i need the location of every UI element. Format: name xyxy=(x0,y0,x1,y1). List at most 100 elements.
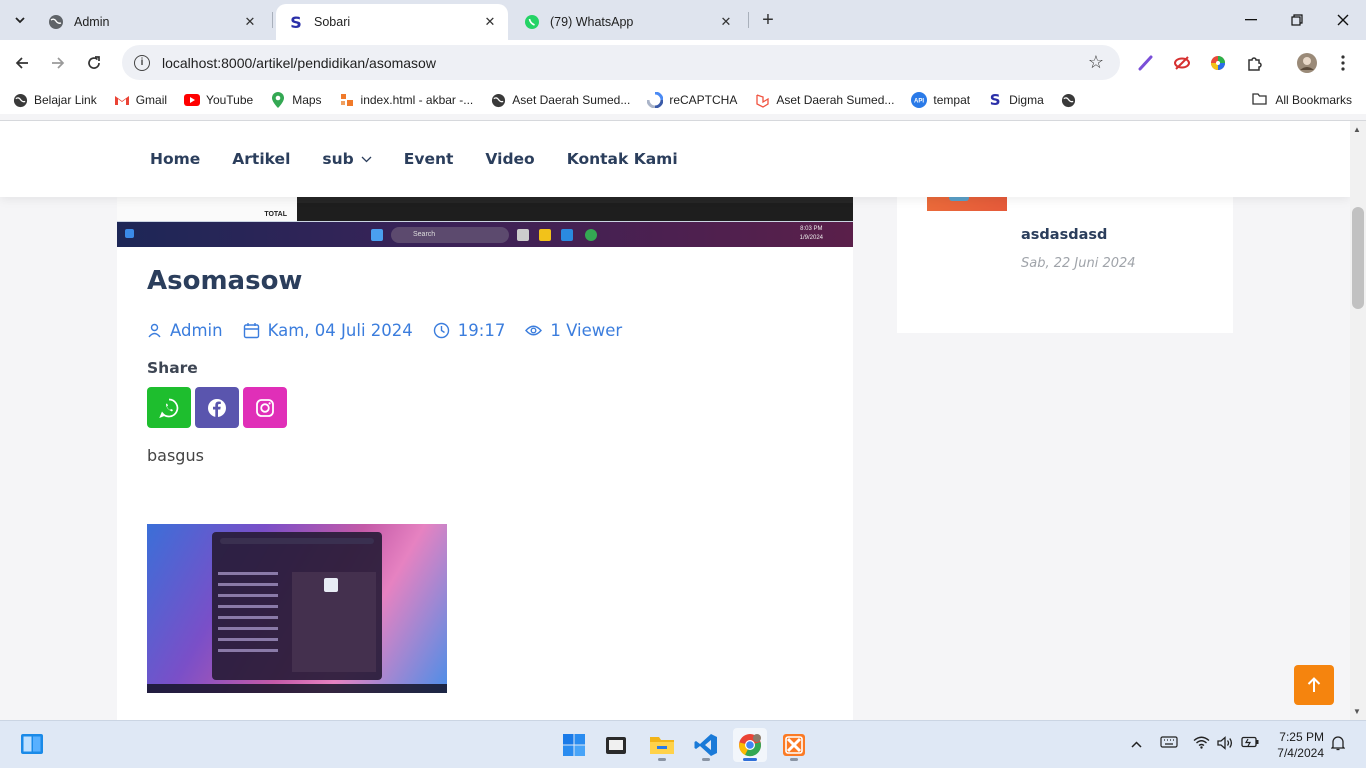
minimize-button[interactable] xyxy=(1239,8,1263,32)
bookmarks-bar: Belajar Link Gmail YouTube Maps index.ht… xyxy=(0,86,1366,114)
taskbar-app-xampp[interactable] xyxy=(777,728,811,762)
sobari-s-icon: S xyxy=(290,12,302,32)
bookmark-belajar-link[interactable]: Belajar Link xyxy=(12,92,97,108)
reload-button[interactable] xyxy=(82,51,106,75)
nav-home[interactable]: Home xyxy=(150,150,200,168)
folder-icon xyxy=(650,737,674,754)
bookmark-recaptcha[interactable]: reCAPTCHA xyxy=(647,92,737,108)
chevron-down-icon xyxy=(361,156,372,162)
restore-button[interactable] xyxy=(1285,8,1309,32)
globe-icon xyxy=(48,14,64,30)
terminal-app-icon xyxy=(606,737,626,754)
laravel-icon xyxy=(754,92,770,108)
chrome-icon xyxy=(739,734,761,757)
meta-date: Kam, 04 Juli 2024 xyxy=(243,321,413,340)
bookmark-maps[interactable]: Maps xyxy=(270,92,322,108)
youtube-icon xyxy=(184,92,201,108)
eye-slash-extension-icon[interactable] xyxy=(1171,52,1193,74)
article-body: basgus xyxy=(147,446,204,465)
tab-whatsapp[interactable]: (79) WhatsApp ✕ xyxy=(512,4,744,40)
scroll-down-arrow-icon[interactable]: ▼ xyxy=(1353,707,1361,716)
page-viewport: Home Artikel sub Event Video Kontak Kami… xyxy=(0,121,1350,720)
bookmark-star-icon[interactable]: ☆ xyxy=(1084,52,1108,73)
sobari-s-icon: S xyxy=(989,91,1001,109)
folder-icon xyxy=(1252,92,1267,108)
arrow-up-icon xyxy=(1307,677,1321,692)
hero-taskbar: Search 8:03 PM 1/9/2024 xyxy=(117,221,853,247)
scrollbar-thumb[interactable] xyxy=(1352,207,1364,309)
browser-tabstrip: Admin ✕ S Sobari ✕ (79) WhatsApp ✕ + xyxy=(0,0,1366,40)
share-whatsapp-button[interactable] xyxy=(147,387,191,428)
taskbar-app-vscode[interactable] xyxy=(689,728,723,762)
api-icon: API xyxy=(911,92,928,108)
gmail-icon xyxy=(114,92,130,108)
close-icon[interactable]: ✕ xyxy=(482,14,498,30)
bookmark-index-html[interactable]: index.html - akbar -... xyxy=(339,92,473,108)
more-menu-icon[interactable] xyxy=(1332,52,1354,74)
taskbar-app-file-explorer[interactable] xyxy=(645,728,679,762)
wifi-icon[interactable] xyxy=(1193,736,1210,752)
bookmark-aset-daerah-2[interactable]: Aset Daerah Sumed... xyxy=(754,92,894,108)
nav-event[interactable]: Event xyxy=(404,150,454,168)
clock-time: 7:25 PM xyxy=(1279,730,1324,744)
back-to-top-button[interactable] xyxy=(1294,665,1334,705)
all-bookmarks-button[interactable]: All Bookmarks xyxy=(1252,92,1352,108)
taskbar-app-terminal[interactable] xyxy=(599,728,633,762)
share-facebook-button[interactable] xyxy=(195,387,239,428)
calendar-icon xyxy=(243,322,260,339)
taskbar-app-chrome[interactable] xyxy=(733,728,767,762)
new-tab-button[interactable]: + xyxy=(757,8,779,32)
bookmark-youtube[interactable]: YouTube xyxy=(184,92,253,108)
forward-button[interactable] xyxy=(46,51,70,75)
tab-sobari[interactable]: S Sobari ✕ xyxy=(276,4,508,40)
puzzle-extensions-icon[interactable] xyxy=(1243,52,1265,74)
nav-video[interactable]: Video xyxy=(485,150,534,168)
back-button[interactable] xyxy=(10,51,34,75)
widgets-icon[interactable] xyxy=(20,733,44,755)
nav-artikel[interactable]: Artikel xyxy=(232,150,290,168)
page-scrollbar[interactable]: ▲ ▼ xyxy=(1350,121,1366,720)
globe-icon xyxy=(490,92,506,108)
tab-search-button[interactable] xyxy=(8,8,32,32)
code-icon xyxy=(339,92,355,108)
url-text[interactable]: localhost:8000/artikel/pendidikan/asomas… xyxy=(162,55,1084,71)
eye-icon xyxy=(525,324,543,337)
minimize-icon xyxy=(1245,19,1257,21)
feather-extension-icon[interactable] xyxy=(1135,52,1157,74)
tab-admin[interactable]: Admin ✕ xyxy=(36,4,268,40)
recent-post-title[interactable]: asdasdasd xyxy=(1021,227,1107,243)
show-hidden-icons-chevron-up-icon[interactable] xyxy=(1131,736,1142,751)
bookmark-digma[interactable]: S Digma xyxy=(987,91,1044,109)
close-icon[interactable]: ✕ xyxy=(242,14,258,30)
bookmark-untitled[interactable] xyxy=(1061,92,1083,108)
system-clock[interactable]: 7:25 PM 7/4/2024 xyxy=(1262,729,1324,761)
scroll-up-arrow-icon[interactable]: ▲ xyxy=(1353,125,1361,134)
profile-avatar[interactable] xyxy=(1296,52,1318,74)
notification-bell-icon[interactable] xyxy=(1330,735,1346,754)
xampp-icon xyxy=(783,734,805,756)
vscode-icon xyxy=(694,734,717,756)
tab-title: (79) WhatsApp xyxy=(550,15,634,29)
share-instagram-button[interactable] xyxy=(243,387,287,428)
svg-text:API: API xyxy=(914,99,924,105)
color-wheel-extension-icon[interactable] xyxy=(1207,52,1229,74)
volume-icon[interactable] xyxy=(1217,736,1234,753)
sidebar-recent-posts: asdasdasd Sab, 22 Juni 2024 xyxy=(897,181,1233,333)
start-button[interactable] xyxy=(557,728,591,762)
article-inline-image[interactable] xyxy=(147,524,447,693)
battery-icon[interactable] xyxy=(1241,736,1260,751)
nav-sub[interactable]: sub xyxy=(322,150,372,168)
close-icon[interactable]: ✕ xyxy=(718,14,734,30)
close-window-button[interactable] xyxy=(1331,8,1355,32)
address-bar[interactable]: i localhost:8000/artikel/pendidikan/asom… xyxy=(122,45,1120,80)
meta-author[interactable]: Admin xyxy=(147,321,223,340)
bookmark-aset-daerah-1[interactable]: Aset Daerah Sumed... xyxy=(490,92,630,108)
facebook-icon xyxy=(208,398,226,417)
bookmark-tempat[interactable]: API tempat xyxy=(911,92,970,108)
keyboard-icon[interactable] xyxy=(1160,736,1178,751)
hero-vscode-icon xyxy=(561,229,573,241)
site-info-icon[interactable]: i xyxy=(134,54,150,71)
bookmark-gmail[interactable]: Gmail xyxy=(114,92,167,108)
start-menu-screenshot xyxy=(212,532,382,680)
nav-kontak-kami[interactable]: Kontak Kami xyxy=(567,150,678,168)
